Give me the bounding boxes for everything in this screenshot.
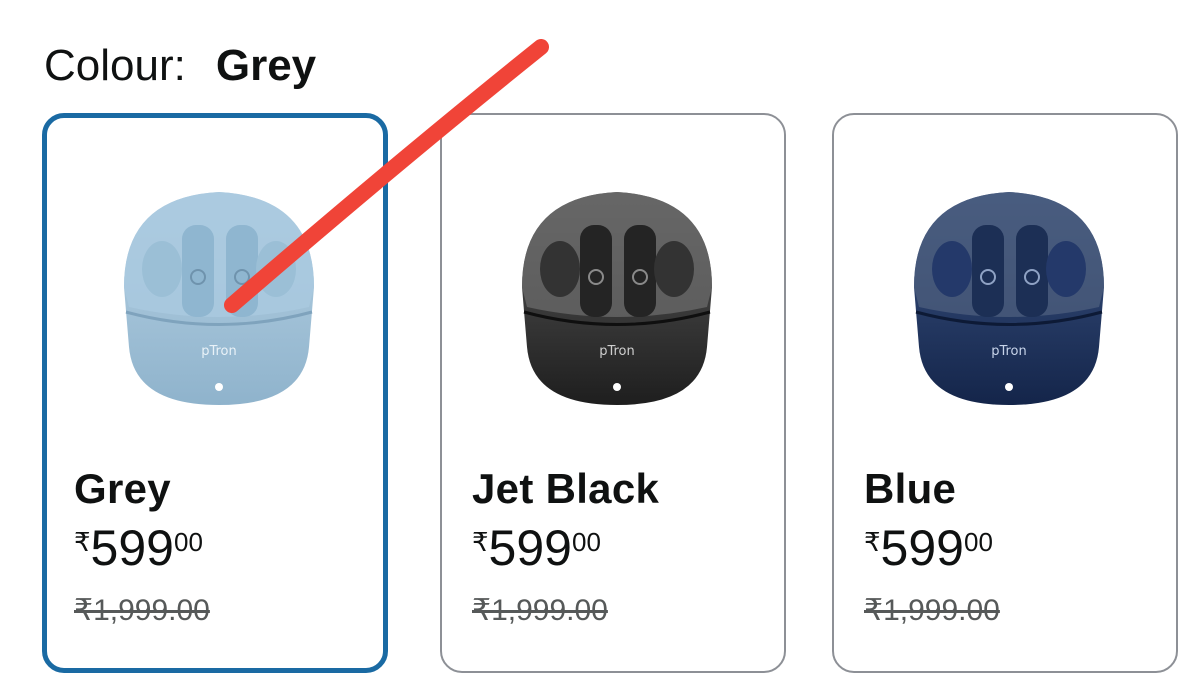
variant-mrp: ₹1,999.00 bbox=[74, 594, 210, 627]
colour-label: Colour: bbox=[44, 41, 186, 90]
selected-colour-value: Grey bbox=[215, 41, 317, 90]
variant-price: ₹59900 bbox=[74, 520, 203, 576]
variant-name: Grey bbox=[74, 465, 171, 512]
variant-mrp: ₹1,999.00 bbox=[864, 594, 1000, 627]
variant-price: ₹59900 bbox=[472, 520, 601, 576]
brand-logo: pTron bbox=[201, 344, 237, 359]
earbuds-jet-black-image: pTron bbox=[522, 192, 712, 405]
variant-price: ₹59900 bbox=[864, 520, 993, 576]
variant-name: Jet Black bbox=[472, 465, 660, 512]
variant-card-jet-black[interactable]: pTron Jet Black ₹59900 ₹1,999.00 bbox=[440, 113, 786, 673]
variant-card-grey[interactable]: pTron Grey ₹59900 ₹1,999.00 bbox=[42, 113, 388, 673]
brand-logo: pTron bbox=[991, 344, 1027, 359]
variant-card-blue[interactable]: pTron Blue ₹59900 ₹1,999.00 bbox=[832, 113, 1178, 673]
colour-selection-header: Colour: Grey bbox=[44, 38, 316, 94]
earbuds-grey-image: pTron bbox=[124, 192, 314, 405]
earbuds-blue-image: pTron bbox=[914, 192, 1104, 405]
variant-mrp: ₹1,999.00 bbox=[472, 594, 608, 627]
brand-logo: pTron bbox=[599, 344, 635, 359]
variant-name: Blue bbox=[864, 465, 957, 512]
